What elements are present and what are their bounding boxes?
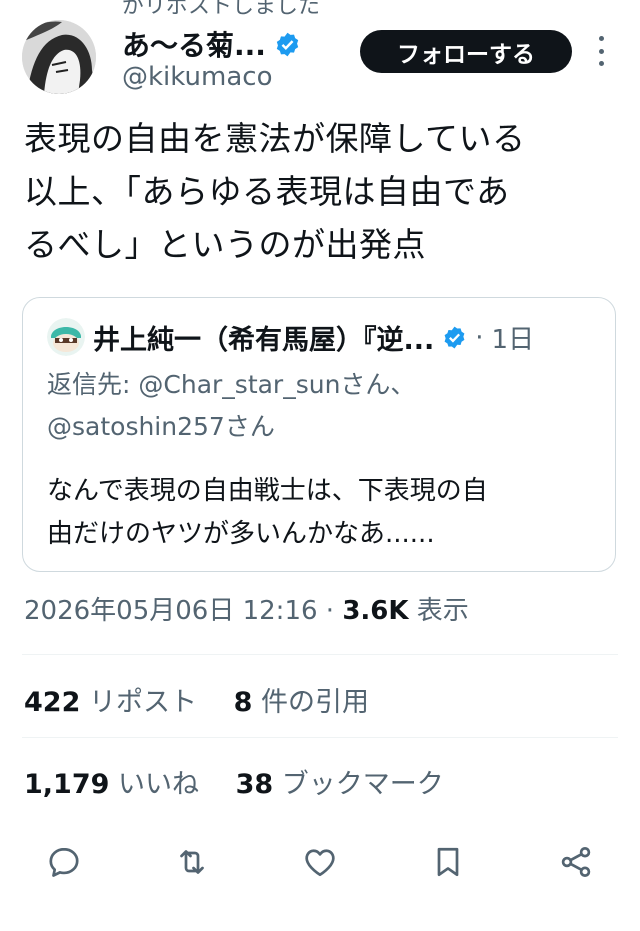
author-name[interactable]: あ〜る菊... [122,24,266,64]
quote-separator-dot: · [475,322,484,353]
quotes-label[interactable]: 件の引用 [261,687,369,718]
quotes-count[interactable]: 8 [234,687,253,718]
likes-label[interactable]: いいね [118,769,199,800]
quoted-tweet[interactable]: 井上純一（希有馬屋）『逆... · 1日 返信先: @Char_star_sun… [22,297,616,572]
quote-avatar-illustration-icon [47,318,85,356]
like-button[interactable] [300,840,340,884]
quote-reply-to: 返信先: @Char_star_sunさん、 @satoshin257さん [47,364,607,448]
author-handle[interactable]: @kikumaco [122,62,272,92]
stats-row-likes: 1,179 いいね 38 ブックマーク [24,762,472,801]
repost-button[interactable] [172,840,212,884]
author-avatar[interactable] [22,20,96,94]
quote-author-row: 井上純一（希有馬屋）『逆... · 1日 [93,318,534,357]
verified-badge-icon [276,32,299,56]
reply-to-link-1[interactable]: @Char_star_sunさん、 [138,370,415,399]
more-vertical-icon[interactable] [593,36,609,66]
quote-text: なんで表現の自由戦士は、下表現の自 由だけのヤツが多いんかなあ...... [47,476,488,549]
author-name-row[interactable]: あ〜る菊... [122,24,301,64]
stats-row-reposts: 422 リポスト 8 件の引用 [24,680,397,719]
share-icon [561,847,591,877]
quote-author-avatar [47,318,85,356]
follow-button[interactable]: フォローする [360,30,572,73]
reply-button[interactable] [44,840,84,884]
bookmark-icon [437,847,459,877]
divider [22,737,618,738]
tweet-datetime[interactable]: 2026年05月06日 12:16 · [24,596,342,626]
views-label: 表示 [408,596,469,626]
reply-prefix: 返信先: [47,370,131,399]
tweet-text: 表現の自由を憲法が保障している 以上、「あらゆる表現は自由であ るべし」というの… [24,119,526,264]
action-bar [0,840,640,890]
likes-count[interactable]: 1,179 [24,769,109,800]
views-count: 3.6K [342,596,409,626]
quote-author-name: 井上純一（希有馬屋）『逆... [93,325,435,356]
quote-time: 1日 [491,325,535,355]
tweet-timestamp[interactable]: 2026年05月06日 12:16 · 3.6K 表示 [24,590,469,627]
divider [22,654,618,655]
quote-verified-badge-icon [444,326,465,349]
reposts-label[interactable]: リポスト [89,687,197,718]
repost-icon [180,850,204,874]
reposted-indicator: がリポストしました [122,0,321,19]
like-icon [305,849,335,877]
bookmark-button[interactable] [428,840,468,884]
share-button[interactable] [556,840,596,884]
avatar-illustration-icon [22,20,96,94]
reply-to-link-2[interactable]: @satoshin257さん [47,412,275,441]
bookmarks-label[interactable]: ブックマーク [282,769,444,800]
reposts-count[interactable]: 422 [24,687,80,718]
bookmarks-count[interactable]: 38 [236,769,274,800]
reply-icon [49,847,79,877]
